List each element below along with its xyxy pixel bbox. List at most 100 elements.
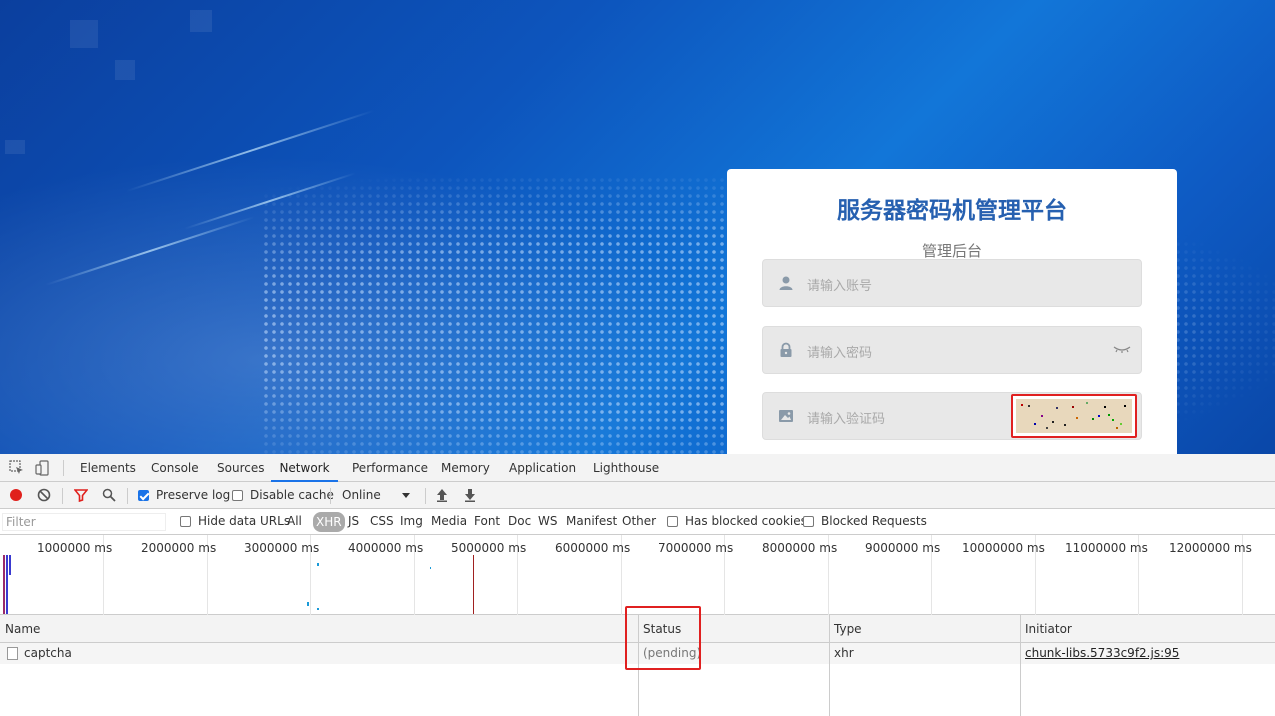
image-icon [779,410,793,422]
throttling-select[interactable]: Online [342,488,381,502]
chevron-down-icon[interactable] [402,493,410,498]
import-har-icon[interactable] [436,488,448,502]
disable-cache-checkbox[interactable] [232,490,243,501]
hide-data-urls-checkbox[interactable] [180,516,191,527]
filter-type-xhr[interactable]: XHR [313,512,345,532]
blocked-requests-checkbox[interactable] [803,516,814,527]
request-type: xhr [834,646,854,660]
platform-subtitle: 管理后台 [921,242,982,260]
username-field[interactable]: 请输入账号 [762,259,1142,307]
filter-type-media[interactable]: Media [431,514,467,528]
column-header-type[interactable]: Type [834,622,862,636]
timeline-tick: 7000000 ms [658,541,734,555]
has-blocked-cookies-checkbox[interactable] [667,516,678,527]
tab-elements[interactable]: Elements [78,454,138,482]
timeline-load-marker [473,555,474,614]
tab-network[interactable]: Network [271,454,338,482]
toolbar-divider [425,488,426,504]
tab-performance[interactable]: Performance [350,454,430,482]
tab-memory[interactable]: Memory [439,454,492,482]
filter-type-ws[interactable]: WS [538,514,557,528]
timeline-tick: 10000000 ms [962,541,1045,555]
decor-square [190,10,212,32]
has-blocked-cookies-label: Has blocked cookies [685,514,807,528]
filter-type-css[interactable]: CSS [370,514,394,528]
filter-type-js[interactable]: JS [348,514,359,528]
network-overview-timeline[interactable]: 1000000 ms 2000000 ms 3000000 ms 4000000… [0,535,1275,615]
record-button[interactable] [10,489,22,501]
toolbar-divider [63,460,64,476]
toolbar-divider [62,488,63,504]
disable-cache-label: Disable cache [250,488,334,502]
hide-data-urls-label: Hide data URLs [198,514,291,528]
timeline-tick: 1000000 ms [37,541,113,555]
column-header-name[interactable]: Name [5,622,40,636]
timeline-tick: 6000000 ms [555,541,631,555]
preserve-log-checkbox[interactable] [138,490,149,501]
device-toolbar-icon[interactable] [35,460,51,476]
captcha-image[interactable] [1011,394,1137,438]
tab-application[interactable]: Application [507,454,578,482]
tab-console[interactable]: Console [149,454,201,482]
timeline-request-bar [430,567,431,569]
column-divider [1020,615,1021,716]
login-page-background: 服务器密码机管理平台 管理后台 请输入账号 请输入密码 请输入验证码 [0,0,1275,454]
filter-type-doc[interactable]: Doc [508,514,531,528]
clear-icon[interactable] [37,488,51,502]
timeline-request-bar [9,555,11,575]
password-field[interactable]: 请输入密码 [762,326,1142,374]
timeline-tick: 2000000 ms [141,541,217,555]
devtools-tab-bar: Elements Console Sources Network Perform… [0,454,1275,482]
column-divider [829,615,830,716]
filter-type-font[interactable]: Font [474,514,500,528]
tab-lighthouse[interactable]: Lighthouse [591,454,661,482]
timeline-request-bar [307,602,309,606]
blocked-requests-label: Blocked Requests [821,514,927,528]
preserve-log-label: Preserve log [156,488,231,502]
password-placeholder: 请输入密码 [807,346,873,361]
captcha-noise [1016,399,1132,433]
toolbar-divider [330,488,331,504]
toolbar-divider [127,488,128,504]
filter-type-manifest[interactable]: Manifest [566,514,617,528]
login-card: 服务器密码机管理平台 管理后台 请输入账号 请输入密码 请输入验证码 [727,169,1177,454]
timeline-request-bar [317,608,319,610]
timeline-tick: 3000000 ms [244,541,320,555]
username-placeholder: 请输入账号 [807,279,873,294]
decor-square [5,140,25,154]
search-icon[interactable] [102,488,116,502]
request-name[interactable]: captcha [24,646,72,660]
platform-title: 服务器密码机管理平台 [837,198,1067,224]
lock-icon [780,342,792,357]
user-icon [779,276,793,290]
timeline-tick: 5000000 ms [451,541,527,555]
column-header-initiator[interactable]: Initiator [1025,622,1072,636]
timeline-tick: 11000000 ms [1065,541,1148,555]
filter-type-other[interactable]: Other [622,514,656,528]
decor-square [70,20,98,48]
devtools-panel: Elements Console Sources Network Perform… [0,454,1275,716]
filter-bar: Filter Hide data URLs All XHR JS CSS Img… [0,509,1275,535]
decor-square [115,60,135,80]
inspect-element-icon[interactable] [9,460,25,476]
timeline-tick: 8000000 ms [762,541,838,555]
tab-sources[interactable]: Sources [215,454,266,482]
export-har-icon[interactable] [464,488,476,502]
eye-closed-icon[interactable] [1113,342,1131,356]
filter-type-all[interactable]: All [287,514,302,528]
network-toolbar: Preserve log Disable cache Online [0,482,1275,509]
captcha-field[interactable]: 请输入验证码 [762,392,1142,440]
filter-icon[interactable] [74,488,88,502]
file-icon [7,647,18,660]
timeline-tick: 12000000 ms [1169,541,1252,555]
timeline-tick: 4000000 ms [348,541,424,555]
timeline-request-bar [317,563,319,566]
timeline-request-bar [6,555,8,614]
filter-type-img[interactable]: Img [400,514,423,528]
status-highlight-box [625,606,701,670]
timeline-tick: 9000000 ms [865,541,941,555]
request-initiator-link[interactable]: chunk-libs.5733c9f2.js:95 [1025,646,1179,660]
timeline-request-bar [3,555,5,614]
filter-input[interactable]: Filter [2,513,166,531]
captcha-placeholder: 请输入验证码 [807,412,886,427]
